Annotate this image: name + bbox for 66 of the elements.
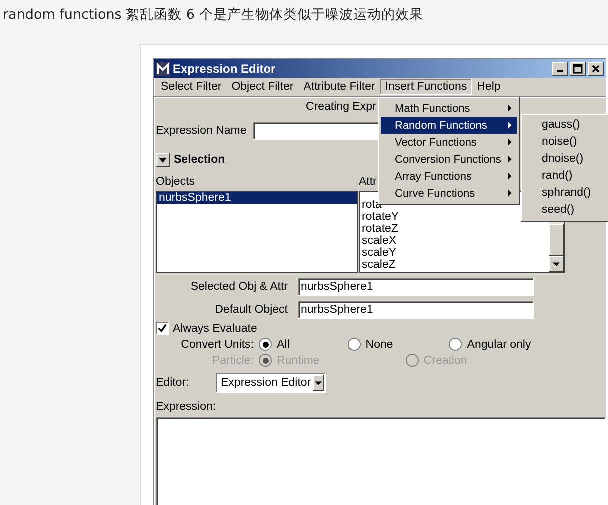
field-label: Selected Obj & Attr [190,281,288,293]
editor-dropdown[interactable]: Expression Editor [216,373,326,393]
field-label: Editor: [156,377,190,389]
submenu-arrow-icon [508,122,512,129]
list-item[interactable]: nurbsSphere1 [157,192,357,204]
text-field[interactable]: nurbsSphere1 [298,278,534,296]
menu-item[interactable]: Help [472,79,506,95]
close-button[interactable] [588,62,604,76]
column-label: Attr [359,176,377,190]
caret-icon [553,260,560,268]
menu-item[interactable]: Math Functions [381,100,517,117]
expression-text-area[interactable] [156,417,606,505]
menu-item[interactable]: Attribute Filter [298,79,380,95]
column-label: Objects [156,176,196,190]
menu-item[interactable]: Random Functions [381,117,517,134]
app-logo-icon [156,62,170,76]
field-label: Default Object [214,304,288,316]
window-title: Expression Editor [173,62,277,76]
menu-item[interactable]: noise() [524,134,608,151]
radio-button[interactable] [449,338,462,351]
menu-item[interactable]: dnoise() [524,151,608,168]
submenu-arrow-icon [508,190,512,197]
close-icon [591,64,601,74]
radio-button[interactable] [259,338,272,351]
menu-item[interactable]: gauss() [524,117,608,134]
collapse-button[interactable] [156,153,170,167]
section-title: Selection [174,154,226,166]
caption-text: random functions 絮乱函数 6 个是产生物体类似于噪波运动的效果 [2,6,424,25]
menu-item[interactable]: rand() [524,168,608,185]
menu-item[interactable]: Select Filter [156,79,227,95]
field-label: Expression Name [156,125,247,137]
radio-button[interactable] [348,338,361,351]
menu-item[interactable]: Vector Functions [381,134,517,151]
radio-label: All [277,338,290,350]
minimize-button[interactable] [552,62,568,76]
section-heading: Creating Expr [306,101,376,113]
maximize-button[interactable] [570,62,586,76]
list-item[interactable]: scaleZ [360,259,549,271]
radio-label: Creation [424,354,468,366]
submenu-arrow-icon [508,105,512,112]
list-item[interactable]: scaleX [360,235,549,247]
radio-label: Angular only [467,338,532,350]
minimize-icon [557,70,563,72]
menu-item[interactable]: Conversion Functions [381,151,517,168]
radio-label: None [366,338,394,350]
menu-item[interactable]: Insert Functions [380,79,472,95]
menu-item[interactable]: Curve Functions [381,185,517,202]
submenu-arrow-icon [508,139,512,146]
menu-item[interactable]: sphrand() [524,185,608,202]
menu-item[interactable]: Array Functions [381,168,517,185]
maximize-icon [573,64,583,74]
list-item[interactable]: rotateZ [360,223,549,235]
menu-item[interactable]: seed() [524,202,608,219]
menu-item[interactable]: Object Filter [226,79,299,95]
checkbox-label: Always Evaluate [173,322,258,334]
radio-group-label: Particle: [211,354,254,366]
list-item[interactable]: scaleY [360,247,549,259]
caret-icon [315,380,322,386]
caret-icon [159,156,167,164]
checkbox[interactable] [156,322,169,335]
submenu-arrow-icon [508,156,512,163]
radio-group-label: Convert Units: [180,338,254,350]
submenu-arrow-icon [508,173,512,180]
field-label: Expression: [156,401,218,413]
radio-label: Runtime [277,354,320,366]
text-field[interactable]: nurbsSphere1 [298,301,534,319]
